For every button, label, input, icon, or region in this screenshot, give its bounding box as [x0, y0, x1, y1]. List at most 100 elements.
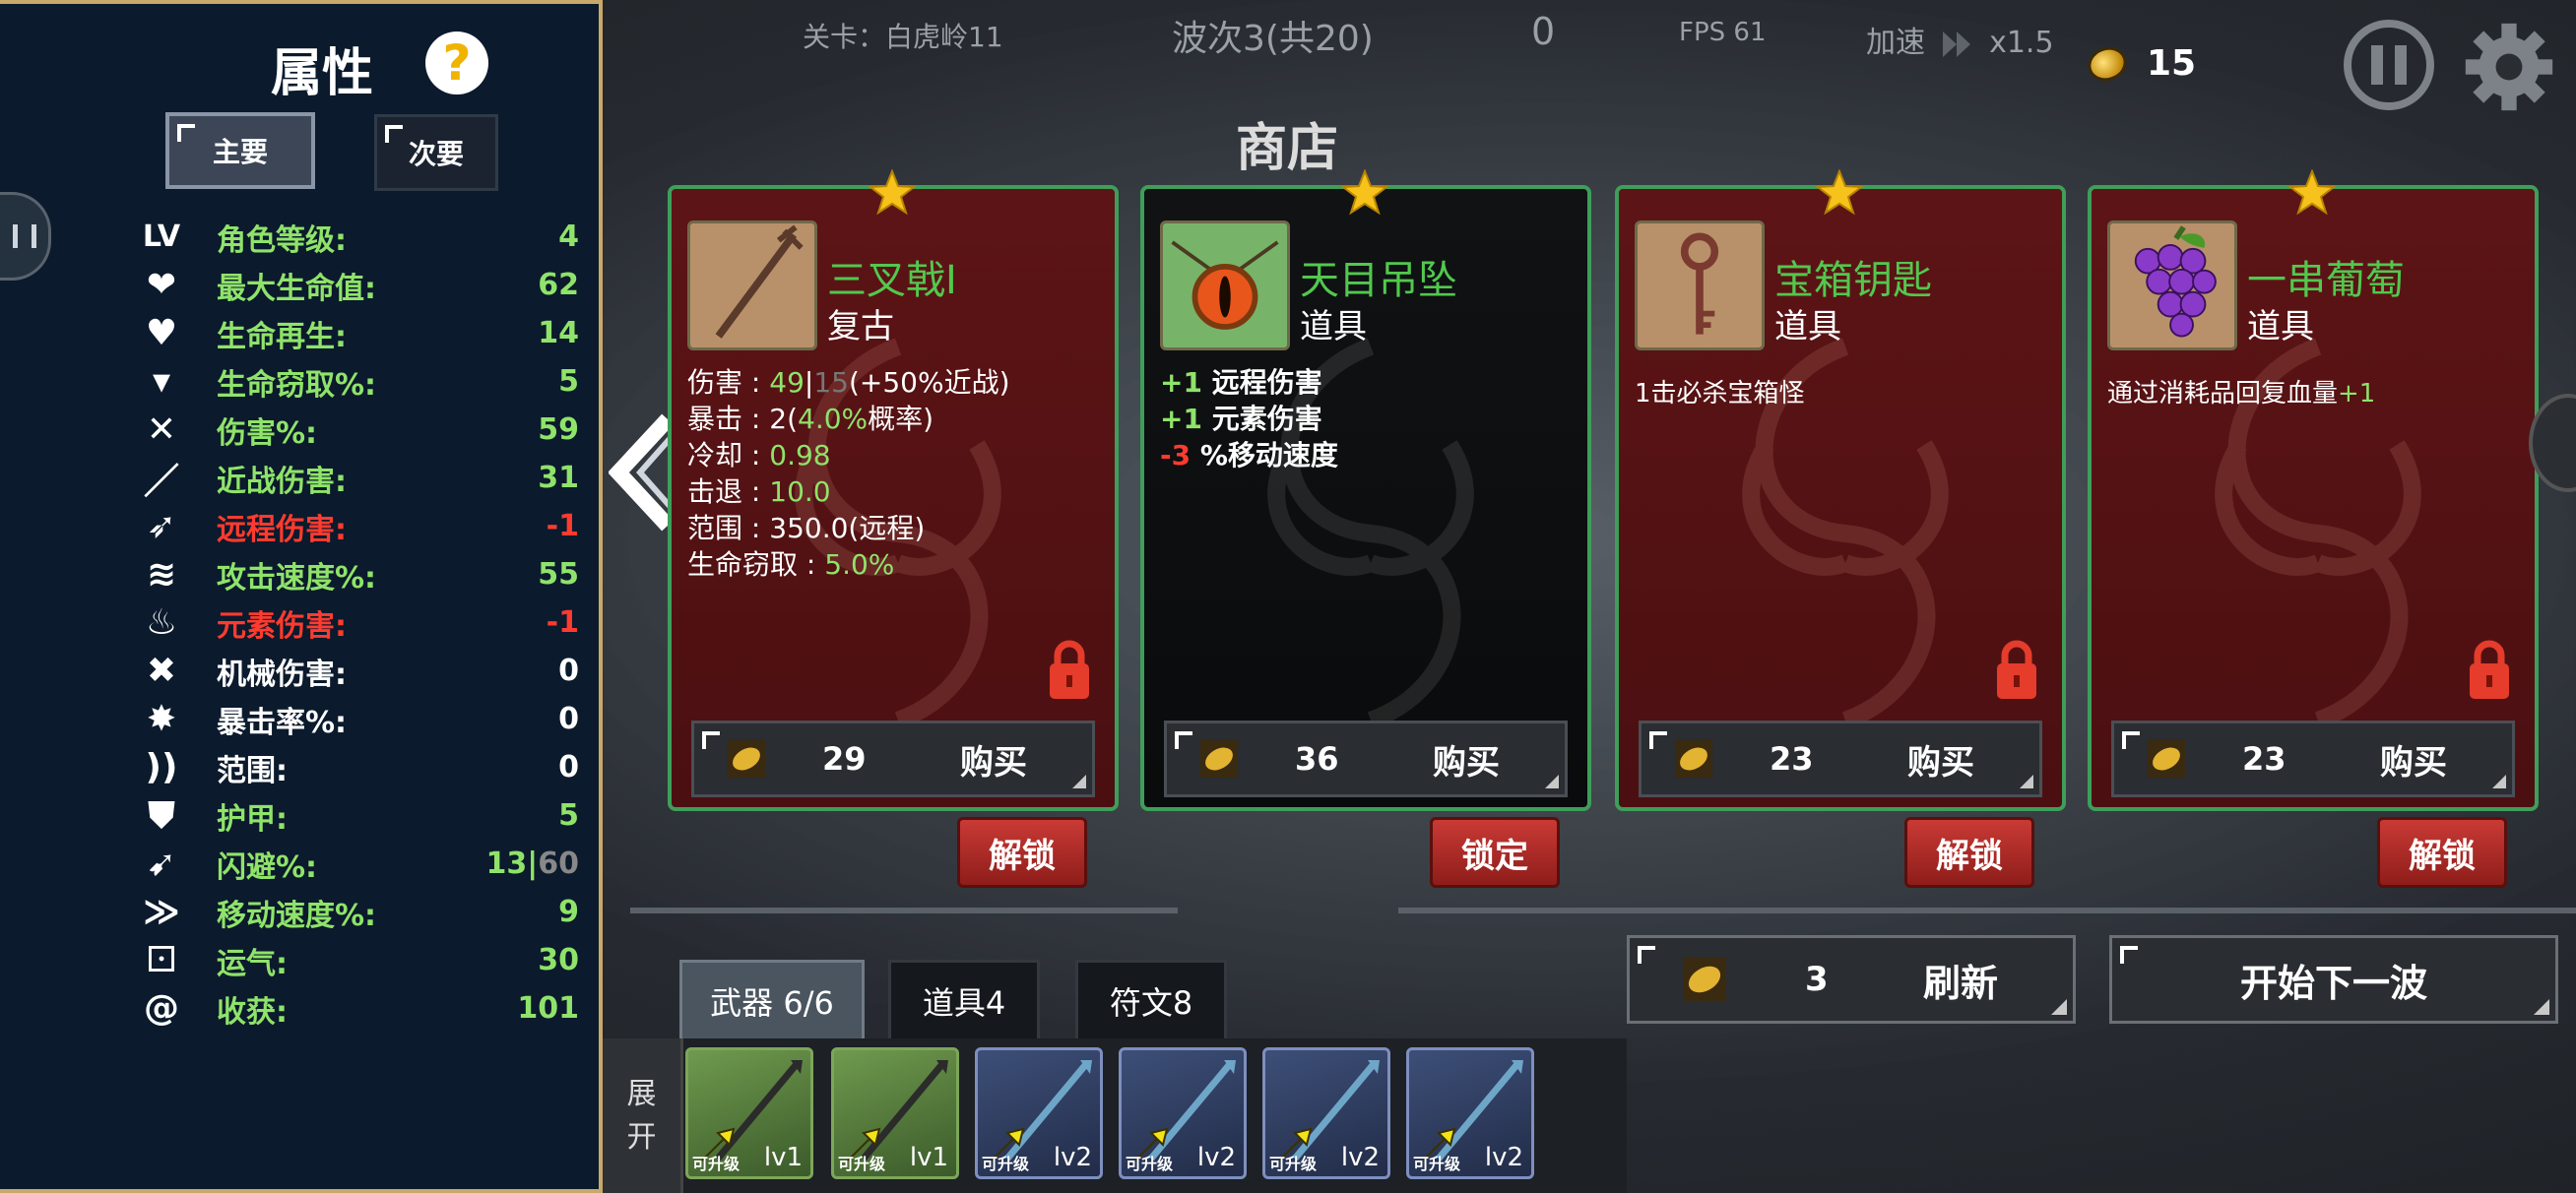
wind-icon: ≋ [146, 554, 177, 595]
pause-button[interactable] [2344, 20, 2434, 110]
tab-runes[interactable]: 符文8 [1075, 960, 1227, 1038]
key-icon [1635, 220, 1765, 350]
item-description: 通过消耗品回复血量+1 [2107, 379, 2376, 408]
item-type: 复古 [827, 307, 894, 346]
refresh-button[interactable]: 3 刷新 [1627, 935, 2076, 1024]
shop-card-4[interactable]: 一串葡萄 道具 通过消耗品回复血量+1 23 购买 [2088, 185, 2539, 811]
shop-card-1[interactable]: 三叉戟I 复古 伤害 : 49|15(+50%近战) 暴击 : 2(4.0%概率… [668, 185, 1119, 811]
item-name: 宝箱钥匙 [1774, 258, 1932, 303]
heart-shield-icon: ❤ [146, 265, 177, 305]
buy-label: 购买 [2380, 742, 2447, 783]
attribute-value: 14 [538, 316, 579, 350]
weapon-level: lv1 [763, 1143, 803, 1172]
tab-weapons[interactable]: 武器 6/6 [679, 960, 865, 1038]
upgradable-label: 可升级 [982, 1155, 1030, 1173]
lock-icon [2470, 640, 2509, 699]
attribute-label: 移动速度%: [217, 898, 377, 933]
weapon-level: lv1 [909, 1143, 948, 1172]
attribute-list: LV 角色等级: 4 ❤ 最大生命值: 62 ♥ 生命再生: 14 ▾ 生命窃取%: 5 ✕ 伤害%: 59… [0, 213, 599, 1033]
attribute-row: ✖ 机械伤害: 0 [0, 647, 599, 695]
top-hud: 关卡：白虎岭11 波次3(共20) 0 FPS 61 加速 x1.5 15 [601, 0, 2576, 111]
attribute-value: 101 [517, 991, 579, 1026]
tab-main-attributes[interactable]: 主要 [165, 112, 315, 189]
shop-card-3[interactable]: 宝箱钥匙 道具 1击必杀宝箱怪 23 购买 [1615, 185, 2066, 811]
weapon-slot[interactable]: 可升级 lv2 [1406, 1047, 1534, 1179]
attribute-value: 55 [538, 557, 579, 592]
tab-items[interactable]: 道具4 [888, 960, 1040, 1038]
item-price: 29 [822, 740, 867, 778]
unlock-button-3[interactable]: 解锁 [1904, 817, 2034, 888]
attribute-label: 伤害%: [217, 415, 318, 451]
expand-button[interactable]: 展 开 [603, 1038, 683, 1193]
weapon-slot[interactable]: 可升级 lv2 [1119, 1047, 1247, 1179]
stat-knockback: 击退 : 10.0 [687, 475, 831, 508]
buy-label: 购买 [1433, 742, 1500, 783]
attribute-label: 近战伤害: [217, 464, 347, 499]
item-type: 道具 [2247, 307, 2314, 346]
buy-button[interactable]: 23 购买 [1639, 721, 2042, 797]
attribute-row: ⛊ 护甲: 5 [0, 791, 599, 840]
harvest-icon: @ [144, 988, 179, 1029]
heart-plus-icon: ♥ [145, 313, 178, 353]
item-type: 道具 [1300, 307, 1367, 346]
tab-secondary-attributes[interactable]: 次要 [374, 114, 498, 191]
weapon-slot[interactable]: 可升级 lv2 [1262, 1047, 1390, 1179]
shop-card-2[interactable]: 天目吊坠 道具 +1 远程伤害 +1 元素伤害 -3 %移动速度 36 购买 [1140, 185, 1591, 811]
weapon-slot[interactable]: 可升级 lv2 [975, 1047, 1103, 1179]
attribute-label: 暴击率%: [217, 705, 348, 740]
attribute-label: 角色等级: [217, 222, 347, 258]
attribute-row: ➶ 远程伤害: -1 [0, 502, 599, 550]
upgradable-label: 可升级 [1269, 1155, 1318, 1173]
coin-icon [1675, 740, 1712, 778]
buy-button[interactable]: 23 购买 [2111, 721, 2515, 797]
attribute-label: 元素伤害: [217, 608, 347, 644]
stat-cooldown: 冷却 : 0.98 [687, 439, 831, 471]
item-description: 1击必杀宝箱怪 [1635, 379, 1805, 408]
attributes-panel: 属性 ? 主要 次要 LV 角色等级: 4 ❤ 最大生命值: 62 ♥ 生命再生: 14 ▾ 生命窃… [0, 0, 603, 1193]
attribute-value: 5 [558, 364, 579, 399]
item-type: 道具 [1774, 307, 1841, 346]
item-name: 天目吊坠 [1300, 258, 1457, 303]
gear-icon[interactable] [2462, 20, 2556, 114]
unlock-button-1[interactable]: 解锁 [957, 817, 1087, 888]
score-value: 0 [1531, 10, 1556, 53]
shop-title: 商店 [1236, 119, 1339, 178]
coin-icon [728, 740, 765, 778]
coin-icon [1683, 958, 1726, 1001]
attribute-label: 范围: [217, 753, 288, 788]
attribute-label: 远程伤害: [217, 512, 347, 547]
attribute-row: ❤ 最大生命值: 62 [0, 261, 599, 309]
weapon-slot[interactable]: 可升级 lv1 [685, 1047, 813, 1179]
attribute-label: 运气: [217, 946, 288, 981]
attribute-cap: 60 [538, 847, 579, 881]
weapon-slot[interactable]: 可升级 lv1 [831, 1047, 959, 1179]
item-price: 23 [1770, 740, 1814, 778]
buy-button[interactable]: 29 购买 [691, 721, 1095, 797]
attribute-row: ✕ 伤害%: 59 [0, 406, 599, 454]
weapon-level: lv2 [1484, 1143, 1523, 1172]
burst-icon: ✸ [146, 699, 177, 739]
star-icon [1341, 169, 1388, 216]
item-effects: +1 远程伤害 +1 元素伤害 -3 %移动速度 [1160, 364, 1338, 473]
star-icon [1816, 169, 1863, 216]
buy-label: 购买 [960, 742, 1027, 783]
help-button[interactable]: ? [425, 31, 488, 94]
attribute-label: 机械伤害: [217, 657, 347, 692]
lock-button-2[interactable]: 锁定 [1430, 817, 1560, 888]
attribute-row: )) 范围: 0 [0, 743, 599, 791]
buy-button[interactable]: 36 购买 [1164, 721, 1568, 797]
attribute-label: 攻击速度%: [217, 560, 377, 596]
wrench-icon: ✖ [146, 651, 177, 691]
coin-value: 15 [2147, 43, 2197, 84]
crossed-swords-icon: ✕ [146, 409, 177, 450]
attribute-value: 0 [558, 654, 579, 688]
start-next-wave-button[interactable]: 开始下一波 [2109, 935, 2558, 1024]
speed-label: 加速 [1866, 26, 1925, 60]
unlock-button-4[interactable]: 解锁 [2377, 817, 2507, 888]
weapon-level: lv2 [1340, 1143, 1380, 1172]
fangs-icon: ▾ [152, 361, 171, 402]
speed-toggle[interactable]: 加速 x1.5 [1866, 18, 2054, 61]
coin-icon [2083, 40, 2132, 87]
fps-readout: FPS 61 [1679, 18, 1767, 47]
grapes-icon [2107, 220, 2237, 350]
